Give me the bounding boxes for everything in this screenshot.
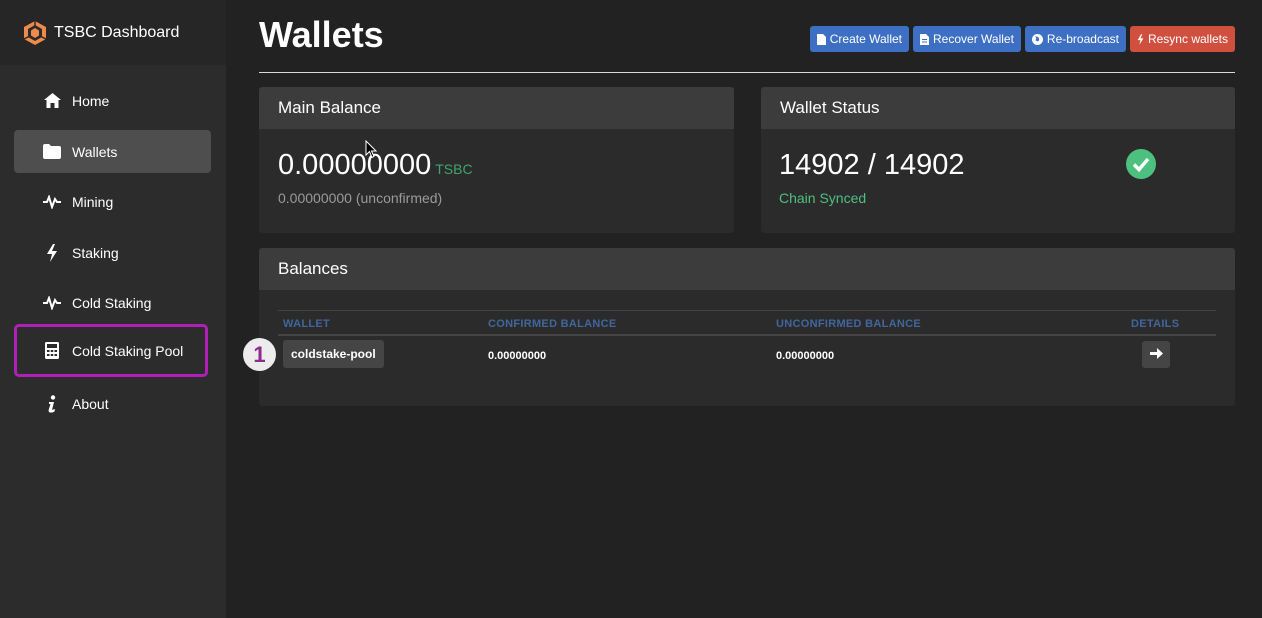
sidebar-item-label: Mining — [72, 193, 114, 210]
unconfirmed-balance-cell: 0.00000000 — [776, 350, 835, 362]
main-balance-panel: Main Balance 0.00000000 TSBC 0.00000000 (… — [259, 87, 734, 233]
sidebar-item-label: Cold Staking — [72, 294, 152, 311]
home-icon — [42, 91, 62, 111]
sidebar-item-about[interactable]: About — [14, 382, 211, 425]
pulse-icon — [42, 192, 62, 212]
brand[interactable]: TSBC Dashboard — [0, 0, 226, 65]
currency-unit: TSBC — [435, 161, 473, 177]
sidebar-item-mining[interactable]: Mining — [14, 180, 211, 223]
title-divider — [259, 72, 1235, 73]
sidebar-item-staking[interactable]: Staking — [14, 231, 211, 274]
step-badge: 1 — [243, 338, 276, 371]
unconfirmed-balance: 0.00000000 (unconfirmed) — [278, 190, 443, 206]
panel-title: Balances — [259, 248, 1235, 290]
file-icon — [816, 33, 826, 45]
calculator-icon — [42, 341, 62, 361]
wallet-status-panel: Wallet Status 14902 / 14902 Chain Synced — [761, 87, 1235, 233]
sidebar-item-label: Staking — [72, 244, 119, 261]
arrow-right-icon — [1149, 346, 1163, 364]
bolt-icon — [1137, 33, 1144, 45]
cube-logo-icon — [22, 20, 48, 46]
mouse-cursor-icon — [365, 139, 378, 164]
pulse-icon — [42, 293, 62, 313]
page-actions: Create Wallet Recover Wallet Re-broadcas… — [809, 26, 1235, 52]
sidebar-item-label: Home — [72, 92, 110, 109]
sidebar-item-label: Cold Staking Pool — [72, 342, 184, 359]
panel-title: Wallet Status — [761, 87, 1235, 129]
sidebar: TSBC Dashboard Home Wallets Mining Staki… — [0, 0, 226, 618]
column-header-unconfirmed: UNCONFIRMED BALANCE — [776, 318, 922, 330]
rebroadcast-label: Re-broadcast — [1046, 32, 1119, 46]
balances-table: WALLET CONFIRMED BALANCE UNCONFIRMED BAL… — [278, 310, 1216, 372]
sidebar-item-wallets[interactable]: Wallets — [14, 130, 211, 173]
page-title: Wallets — [259, 14, 384, 55]
resync-wallets-button[interactable]: Resync wallets — [1129, 26, 1235, 52]
resync-wallets-label: Resync wallets — [1147, 32, 1228, 46]
recover-wallet-button[interactable]: Recover Wallet — [913, 26, 1021, 52]
app-root: TSBC Dashboard Home Wallets Mining Staki… — [0, 0, 1262, 618]
bolt-icon — [42, 243, 62, 263]
column-header-details: DETAILS — [1131, 318, 1180, 330]
globe-icon — [1031, 33, 1043, 45]
rebroadcast-button[interactable]: Re-broadcast — [1024, 26, 1126, 52]
table-row: coldstake-pool 0.00000000 0.00000000 — [278, 336, 1216, 372]
column-header-confirmed: CONFIRMED BALANCE — [488, 318, 617, 330]
sidebar-item-home[interactable]: Home — [14, 79, 211, 122]
file-text-icon — [920, 33, 929, 45]
recover-wallet-label: Recover Wallet — [933, 32, 1014, 46]
table-header: WALLET CONFIRMED BALANCE UNCONFIRMED BAL… — [278, 310, 1216, 336]
block-height: 14902 / 14902 — [779, 149, 965, 181]
details-button[interactable] — [1142, 341, 1170, 368]
column-header-wallet: WALLET — [283, 318, 331, 330]
create-wallet-button[interactable]: Create Wallet — [809, 26, 909, 52]
balances-panel: Balances WALLET CONFIRMED BALANCE UNCONF… — [259, 248, 1235, 406]
create-wallet-label: Create Wallet — [829, 32, 902, 46]
sidebar-item-label: About — [72, 395, 109, 412]
sidebar-item-cold-staking[interactable]: Cold Staking — [14, 281, 211, 324]
panel-title: Main Balance — [259, 87, 734, 129]
info-icon — [42, 394, 62, 414]
folder-icon — [42, 142, 62, 162]
sidebar-item-cold-staking-pool[interactable]: Cold Staking Pool — [14, 324, 208, 377]
confirmed-balance-cell: 0.00000000 — [488, 350, 547, 362]
brand-name: TSBC Dashboard — [54, 23, 180, 41]
check-circle-icon — [1126, 149, 1156, 184]
main-balance-amount: 0.00000000 — [278, 149, 432, 181]
sync-status: Chain Synced — [779, 190, 867, 206]
sidebar-item-label: Wallets — [72, 143, 118, 160]
wallet-name-chip[interactable]: coldstake-pool — [283, 340, 384, 368]
